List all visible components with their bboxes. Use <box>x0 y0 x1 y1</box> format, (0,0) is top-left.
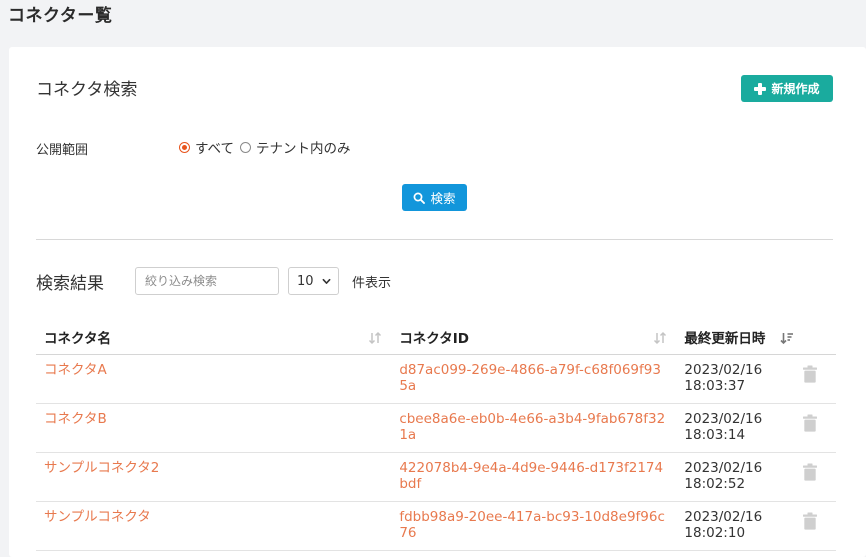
scope-radio-all-label: すべて <box>195 141 235 157</box>
updated-time: 18:02:10 <box>684 525 746 541</box>
new-connector-button-label: 新規作成 <box>771 82 820 96</box>
row-actions <box>784 452 836 502</box>
plus-icon <box>754 82 767 95</box>
results-table: コネクタ名 コネクタID 最終更新日時 コネクタA d87ac099-269e-… <box>36 319 836 551</box>
column-header-name-label: コネクタ名 <box>44 330 111 347</box>
table-row: コネクタB cbee8a6e-eb0b-4e66-a3b4-9fab678f32… <box>36 403 836 453</box>
sort-desc-icon[interactable] <box>780 331 794 345</box>
content-card: コネクタ検索 新規作成 公開範囲 すべて テナント内のみ 検索 検索結果 10 … <box>9 47 866 557</box>
scope-radio-tenant[interactable]: テナント内のみ <box>240 137 351 157</box>
updated-datetime: 2023/02/16 18:02:52 <box>676 452 785 502</box>
column-header-name[interactable]: コネクタ名 <box>36 319 392 355</box>
search-section-title: コネクタ検索 <box>36 80 138 100</box>
updated-time: 18:03:14 <box>684 427 746 443</box>
updated-time: 18:03:37 <box>684 378 746 394</box>
trash-icon[interactable] <box>802 365 818 383</box>
section-divider <box>36 239 833 240</box>
connector-id: cbee8a6e-eb0b-4e66-a3b4-9fab678f321a <box>391 403 677 453</box>
column-header-updated-label: 最終更新日時 <box>684 330 766 347</box>
page-size-select[interactable]: 10 <box>288 267 339 295</box>
trash-icon[interactable] <box>802 512 818 530</box>
updated-date: 2023/02/16 <box>684 362 763 378</box>
table-header-row: コネクタ名 コネクタID 最終更新日時 <box>36 319 836 355</box>
connector-name-link[interactable]: サンプルコネクタ <box>36 501 392 551</box>
scope-radio-all[interactable]: すべて <box>179 137 234 157</box>
results-section-title: 検索結果 <box>36 274 104 294</box>
table-row: サンプルコネクタ2 422078b4-9e4a-4d9e-9446-d173f2… <box>36 452 836 502</box>
connector-name-link[interactable]: サンプルコネクタ2 <box>36 452 392 502</box>
connector-id: 422078b4-9e4a-4d9e-9446-d173f2174bdf <box>391 452 677 502</box>
row-actions <box>784 354 836 404</box>
updated-date: 2023/02/16 <box>684 460 763 476</box>
updated-date: 2023/02/16 <box>684 411 763 427</box>
scope-radio-group: すべて テナント内のみ <box>179 137 357 157</box>
table-row: サンプルコネクタ fdbb98a9-20ee-417a-bc93-10d8e9f… <box>36 501 836 551</box>
updated-datetime: 2023/02/16 18:02:10 <box>676 501 785 551</box>
chevron-down-icon <box>322 278 331 284</box>
sort-icon[interactable] <box>368 331 382 345</box>
connector-name-link[interactable]: コネクタB <box>36 403 392 453</box>
updated-datetime: 2023/02/16 18:03:37 <box>676 354 785 404</box>
scope-radio-tenant-label: テナント内のみ <box>256 141 351 157</box>
sort-icon[interactable] <box>653 331 667 345</box>
search-icon <box>414 192 426 204</box>
search-button[interactable]: 検索 <box>402 184 467 211</box>
page-title: コネクター覧 <box>8 6 113 26</box>
radio-checked-icon[interactable] <box>179 141 190 153</box>
radio-unchecked-icon[interactable] <box>240 141 252 153</box>
new-connector-button[interactable]: 新規作成 <box>741 75 833 102</box>
page-size-value: 10 <box>297 273 314 289</box>
column-header-id[interactable]: コネクタID <box>391 319 677 355</box>
column-header-id-label: コネクタID <box>399 330 470 347</box>
filter-search-input[interactable] <box>135 267 279 295</box>
row-actions <box>784 403 836 453</box>
search-button-label: 検索 <box>430 191 456 206</box>
column-header-updated[interactable]: 最終更新日時 <box>676 319 836 355</box>
row-actions <box>784 501 836 551</box>
connector-id: d87ac099-269e-4866-a79f-c68f069f935a <box>391 354 677 404</box>
page-size-suffix: 件表示 <box>352 276 392 291</box>
scope-label: 公開範囲 <box>36 143 89 158</box>
updated-time: 18:02:52 <box>684 476 746 492</box>
trash-icon[interactable] <box>802 414 818 432</box>
trash-icon[interactable] <box>802 463 818 481</box>
table-row: コネクタA d87ac099-269e-4866-a79f-c68f069f93… <box>36 354 836 404</box>
connector-id: fdbb98a9-20ee-417a-bc93-10d8e9f96c76 <box>391 501 677 551</box>
updated-datetime: 2023/02/16 18:03:14 <box>676 403 785 453</box>
connector-name-link[interactable]: コネクタA <box>36 354 392 404</box>
updated-date: 2023/02/16 <box>684 509 763 525</box>
